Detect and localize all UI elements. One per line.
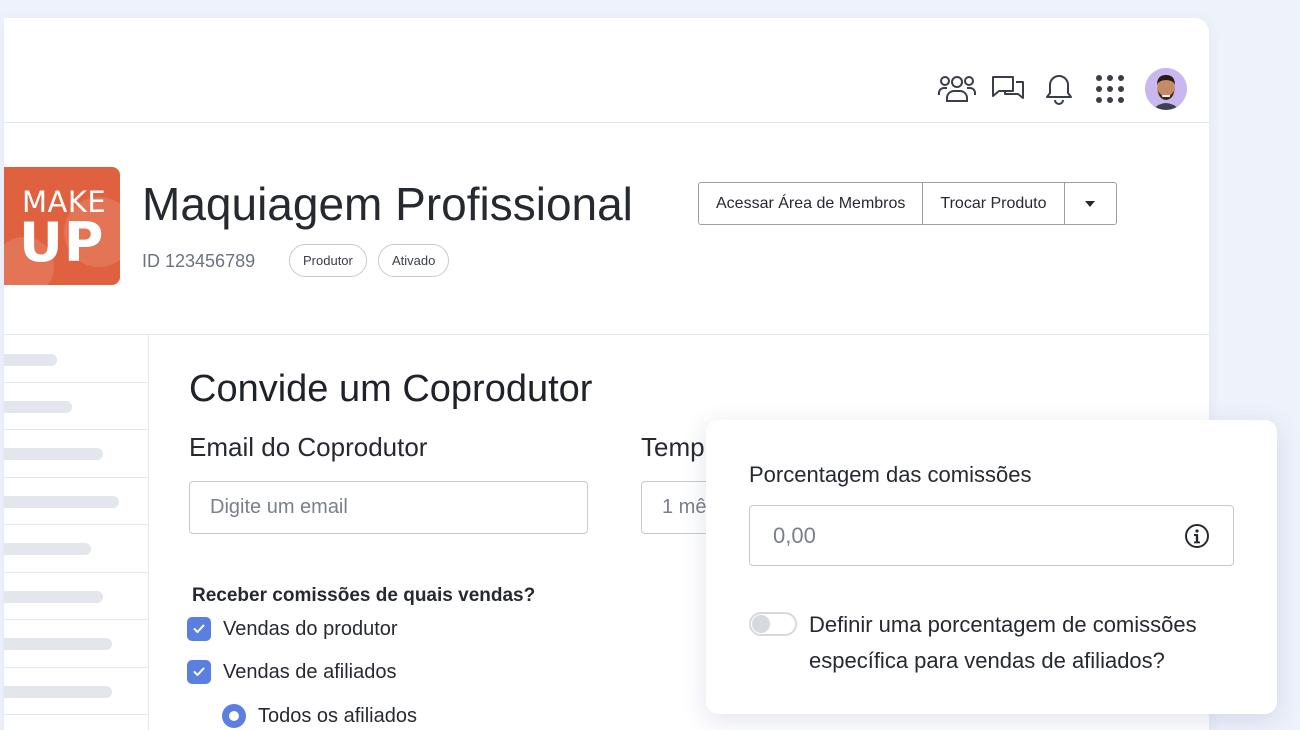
sidebar-item[interactable]	[4, 668, 148, 715]
time-label: Temp	[641, 432, 705, 462]
commission-popup: Porcentagem das comissões 0,00 Definir u…	[706, 420, 1277, 714]
radio-selected-icon[interactable]	[222, 704, 246, 728]
option-label: Vendas do produtor	[223, 617, 398, 640]
affiliate-commission-toggle[interactable]	[749, 612, 797, 636]
top-bar	[4, 18, 1209, 123]
sidebar	[4, 335, 149, 730]
commission-question: Receber comissões de quais vendas?	[192, 585, 536, 606]
email-field[interactable]: Digite um email	[189, 481, 588, 534]
status-badge-active: Ativado	[378, 244, 450, 277]
sidebar-item[interactable]	[4, 335, 148, 383]
product-header: MAKE UP Maquiagem Profissional ID 123456…	[4, 123, 1209, 335]
commission-label: Porcentagem das comissões	[749, 462, 1032, 487]
chevron-down-icon	[1085, 200, 1096, 207]
info-icon[interactable]	[1184, 523, 1210, 549]
commission-input[interactable]: 0,00	[749, 505, 1234, 566]
toggle-label: Definir uma porcentagem de comissões esp…	[809, 612, 1197, 673]
producer-sales-option[interactable]: Vendas do produtor	[187, 617, 398, 641]
sidebar-item[interactable]	[4, 620, 148, 668]
apps-grid-icon[interactable]	[1090, 69, 1130, 109]
members-area-button[interactable]: Acessar Área de Membros	[699, 183, 924, 224]
user-avatar[interactable]	[1145, 68, 1187, 110]
logo-line2: UP	[19, 211, 105, 274]
checkbox-checked-icon[interactable]	[187, 617, 211, 641]
switch-product-button[interactable]: Trocar Produto	[923, 183, 1065, 224]
sidebar-item[interactable]	[4, 478, 148, 525]
checkbox-checked-icon[interactable]	[187, 660, 211, 684]
sidebar-item[interactable]	[4, 573, 148, 620]
affiliate-sales-option[interactable]: Vendas de afiliados	[187, 660, 396, 684]
commission-placeholder: 0,00	[773, 522, 816, 548]
product-actions: Acessar Área de Membros Trocar Produto	[698, 182, 1117, 225]
dropdown-button[interactable]	[1065, 183, 1116, 224]
status-badge-producer: Produtor	[289, 244, 367, 277]
product-title: Maquiagem Profissional	[142, 178, 633, 230]
sidebar-item[interactable]	[4, 525, 148, 573]
sidebar-item[interactable]	[4, 383, 148, 430]
product-id: ID 123456789	[142, 251, 256, 271]
email-label: Email do Coprodutor	[189, 432, 428, 462]
top-icons	[926, 68, 1187, 110]
radio-label: Todos os afiliados	[258, 704, 417, 727]
users-icon[interactable]	[937, 69, 977, 109]
option-label: Vendas de afiliados	[223, 660, 397, 683]
form-title: Convide um Coprodutor	[189, 368, 593, 410]
chat-icon[interactable]	[988, 69, 1028, 109]
product-logo: MAKE UP	[4, 167, 120, 285]
sidebar-item[interactable]	[4, 430, 148, 478]
bell-icon[interactable]	[1039, 69, 1079, 109]
all-affiliates-option[interactable]: Todos os afiliados	[222, 704, 417, 728]
